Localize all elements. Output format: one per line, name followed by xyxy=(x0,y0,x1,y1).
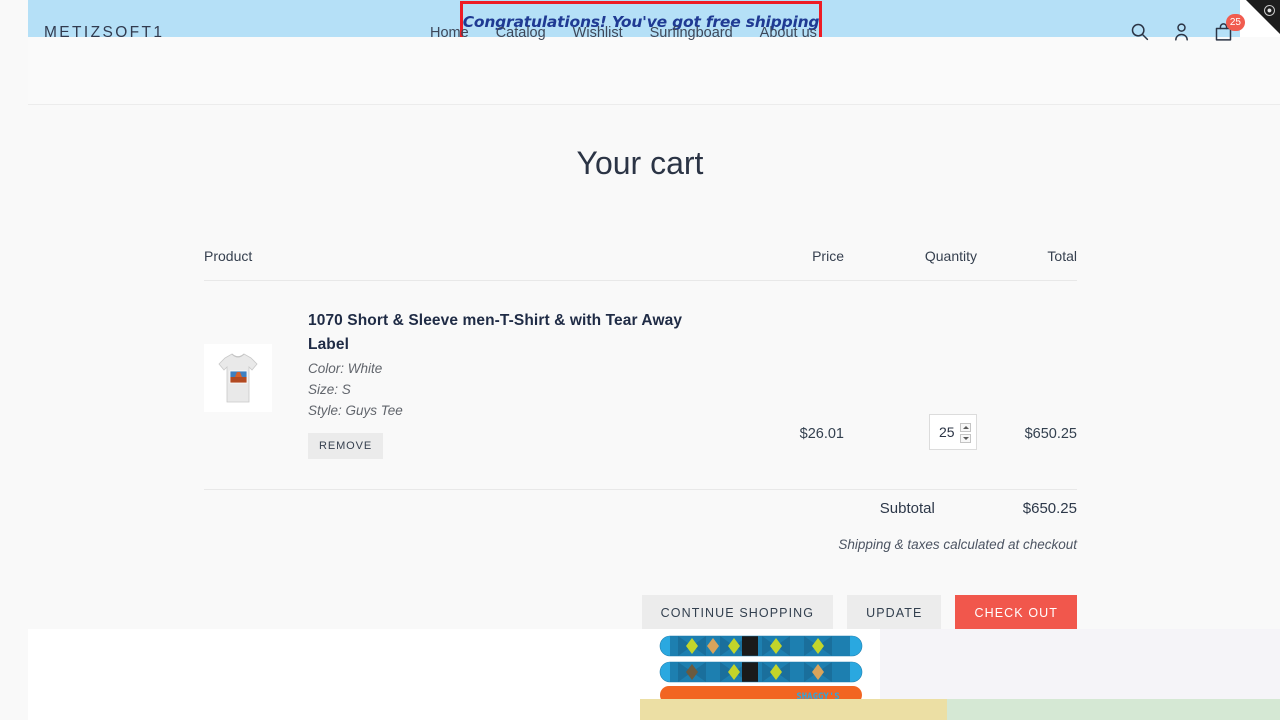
cart-item-price: $26.01 xyxy=(724,306,844,442)
product-info: 1070 Short & Sleeve men-T-Shirt & with T… xyxy=(308,306,724,459)
nav-item-catalog[interactable]: Catalog xyxy=(496,25,546,41)
corner-dot-icon: ● xyxy=(1264,5,1275,16)
product-title[interactable]: 1070 Short & Sleeve men-T-Shirt & with T… xyxy=(308,309,724,357)
quantity-increment-button[interactable] xyxy=(960,423,971,432)
cart-count-badge: 25 xyxy=(1226,14,1245,31)
cart-table: Product Price Quantity Total xyxy=(204,248,1077,490)
product-variant-color: Color: White xyxy=(308,359,724,378)
cart-totals: Subtotal $650.25 Shipping & taxes calcul… xyxy=(204,500,1077,552)
nav-item-surfingboard[interactable]: Surfingboard xyxy=(650,25,733,41)
column-header-price: Price xyxy=(724,248,844,264)
bottom-strip-yellow xyxy=(640,699,947,720)
ski-product-image[interactable]: SHAGGY'S xyxy=(658,632,864,704)
column-header-total: Total xyxy=(977,248,1077,264)
header-icons: 25 xyxy=(1129,21,1235,45)
account-icon[interactable] xyxy=(1171,21,1193,45)
product-variant-size: Size: S xyxy=(308,380,724,399)
remove-item-button[interactable]: REMOVE xyxy=(308,433,383,459)
cart-item-product-cell: 1070 Short & Sleeve men-T-Shirt & with T… xyxy=(204,306,724,459)
cart-item-total: $650.25 xyxy=(977,306,1077,442)
nav-item-about-us[interactable]: About us xyxy=(760,25,817,41)
continue-shopping-button[interactable]: CONTINUE SHOPPING xyxy=(642,595,833,631)
subtotal-label: Subtotal xyxy=(880,500,935,517)
search-icon[interactable] xyxy=(1129,21,1151,45)
nav-item-wishlist[interactable]: Wishlist xyxy=(573,25,623,41)
checkout-button[interactable]: CHECK OUT xyxy=(955,595,1077,631)
corner-marker: ● xyxy=(1240,0,1280,40)
page-title: Your cart xyxy=(0,145,1280,182)
product-thumbnail[interactable] xyxy=(204,344,272,412)
site-logo[interactable]: METIZSOFT1 xyxy=(44,24,164,42)
cart-icon[interactable]: 25 xyxy=(1213,21,1235,45)
cart-table-header: Product Price Quantity Total xyxy=(204,248,1077,281)
nav-item-home[interactable]: Home xyxy=(430,25,469,41)
column-header-quantity: Quantity xyxy=(844,248,977,264)
site-header xyxy=(28,37,1280,105)
tax-shipping-note: Shipping & taxes calculated at checkout xyxy=(204,537,1077,552)
cart-item-quantity-cell: 25 xyxy=(844,306,977,450)
page-root: Congratulations! You've got free shippin… xyxy=(0,0,1280,720)
main-nav: Home Catalog Wishlist Surfingboard About… xyxy=(430,25,817,41)
cart-line-item: 1070 Short & Sleeve men-T-Shirt & with T… xyxy=(204,281,1077,490)
quantity-decrement-button[interactable] xyxy=(960,434,971,443)
column-header-product: Product xyxy=(204,248,724,264)
product-thumbnail-wrap xyxy=(204,306,308,459)
subtotal-row: Subtotal $650.25 xyxy=(204,500,1077,517)
update-cart-button[interactable]: UPDATE xyxy=(847,595,941,631)
quantity-value[interactable]: 25 xyxy=(939,424,955,440)
bottom-strip-green xyxy=(947,699,1280,720)
product-variant-style: Style: Guys Tee xyxy=(308,401,724,420)
quantity-spinner xyxy=(960,423,971,443)
subtotal-value: $650.25 xyxy=(999,500,1077,517)
quantity-stepper[interactable]: 25 xyxy=(929,414,977,450)
cart-action-buttons: CONTINUE SHOPPING UPDATE CHECK OUT xyxy=(204,595,1077,631)
